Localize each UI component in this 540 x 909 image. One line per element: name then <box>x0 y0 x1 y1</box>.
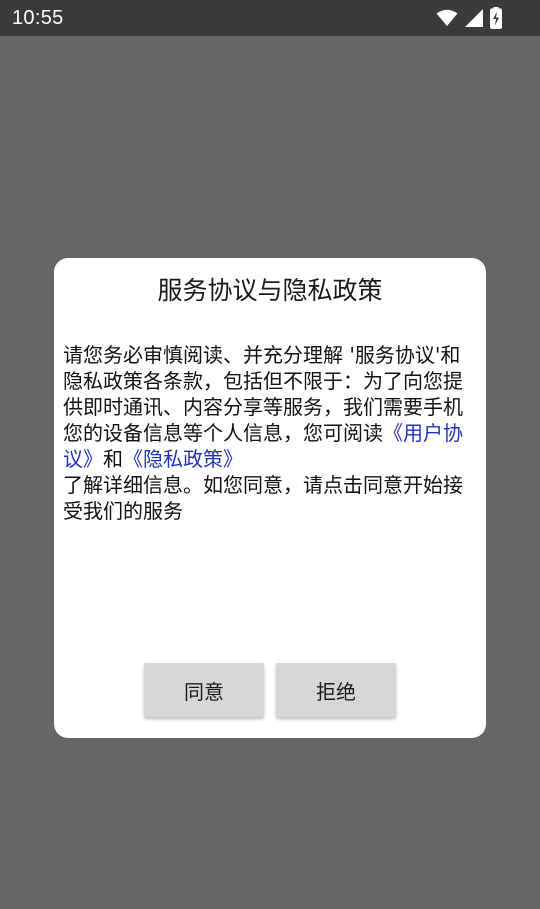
privacy-policy-link[interactable]: 《隐私政策》 <box>123 447 243 471</box>
body-outro-text: 了解详细信息。如您同意，请点击同意开始接受我们的服务 <box>63 473 463 523</box>
status-time: 10:55 <box>12 7 64 29</box>
wifi-icon <box>436 9 458 27</box>
and-text: 和 <box>103 447 123 471</box>
battery-charging-icon <box>490 7 502 29</box>
dialog-title: 服务协议与隐私政策 <box>157 276 383 305</box>
privacy-dialog: 服务协议与隐私政策 请您务必审慎阅读、并充分理解 '服务协议'和隐私政策各条款，… <box>54 258 486 738</box>
status-bar: 10:55 <box>0 0 540 36</box>
status-icons <box>436 6 502 30</box>
refuse-button[interactable]: 拒绝 <box>276 663 396 717</box>
signal-icon <box>464 8 484 28</box>
dialog-body: 请您务必审慎阅读、并充分理解 '服务协议'和隐私政策各条款，包括但不限于：为了向… <box>63 342 467 524</box>
agree-button[interactable]: 同意 <box>144 663 264 717</box>
